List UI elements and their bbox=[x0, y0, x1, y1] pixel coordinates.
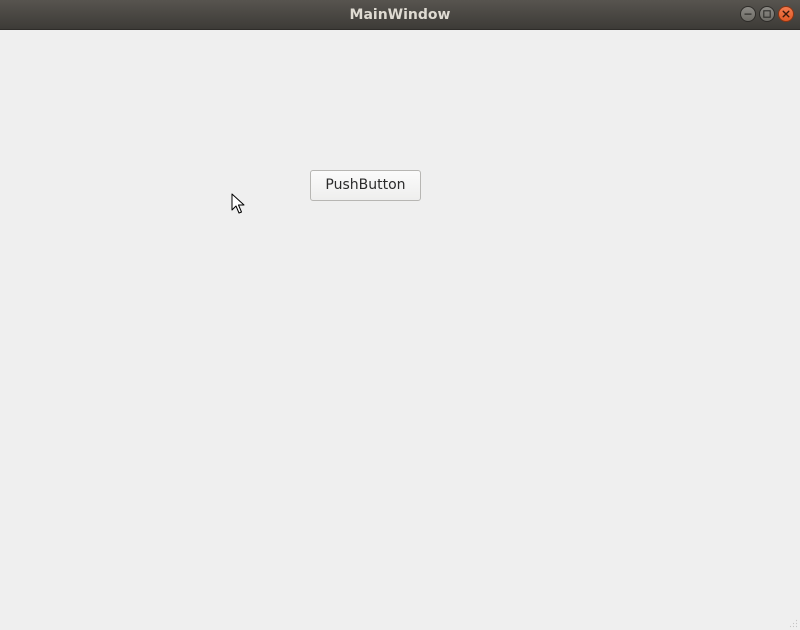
window-title: MainWindow bbox=[349, 7, 451, 23]
resize-grip-icon[interactable] bbox=[788, 618, 798, 628]
minimize-button[interactable] bbox=[740, 6, 756, 22]
central-widget: PushButton bbox=[0, 30, 800, 630]
minimize-icon bbox=[744, 13, 752, 15]
maximize-icon bbox=[763, 10, 771, 18]
maximize-button[interactable] bbox=[759, 6, 775, 22]
push-button[interactable]: PushButton bbox=[310, 170, 421, 201]
close-button[interactable] bbox=[778, 6, 794, 22]
main-window: MainWindow PushButton bbox=[0, 0, 800, 630]
window-controls bbox=[740, 6, 794, 24]
mouse-pointer-icon bbox=[231, 193, 245, 214]
close-icon bbox=[782, 10, 790, 18]
title-bar[interactable]: MainWindow bbox=[0, 0, 800, 30]
